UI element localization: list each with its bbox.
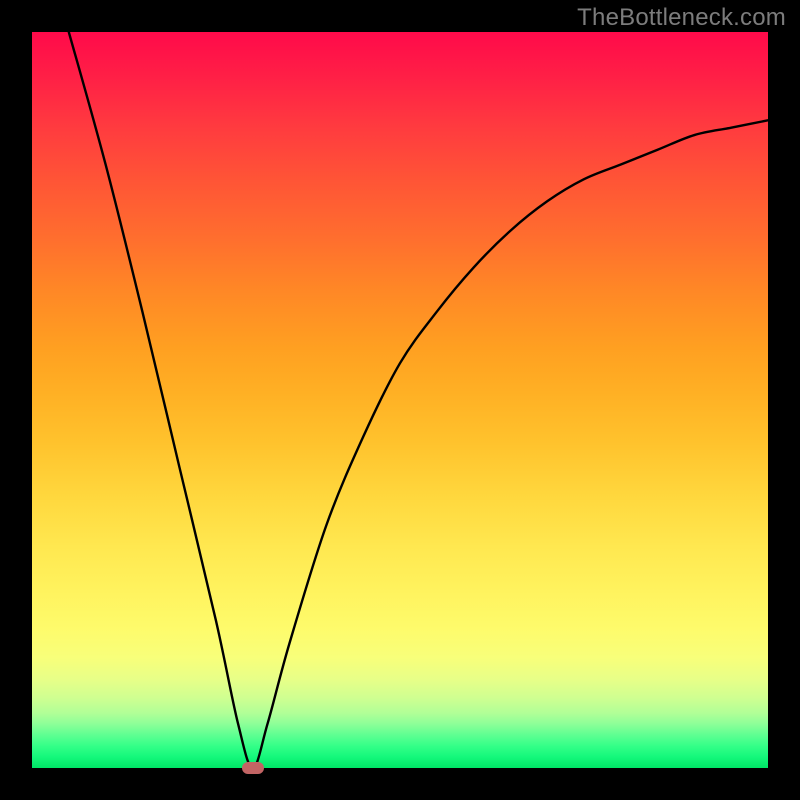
- minimum-marker: [242, 762, 264, 774]
- bottleneck-curve: [32, 32, 768, 768]
- plot-area: [32, 32, 768, 768]
- watermark-text: TheBottleneck.com: [577, 4, 786, 32]
- chart-frame: TheBottleneck.com: [0, 0, 800, 800]
